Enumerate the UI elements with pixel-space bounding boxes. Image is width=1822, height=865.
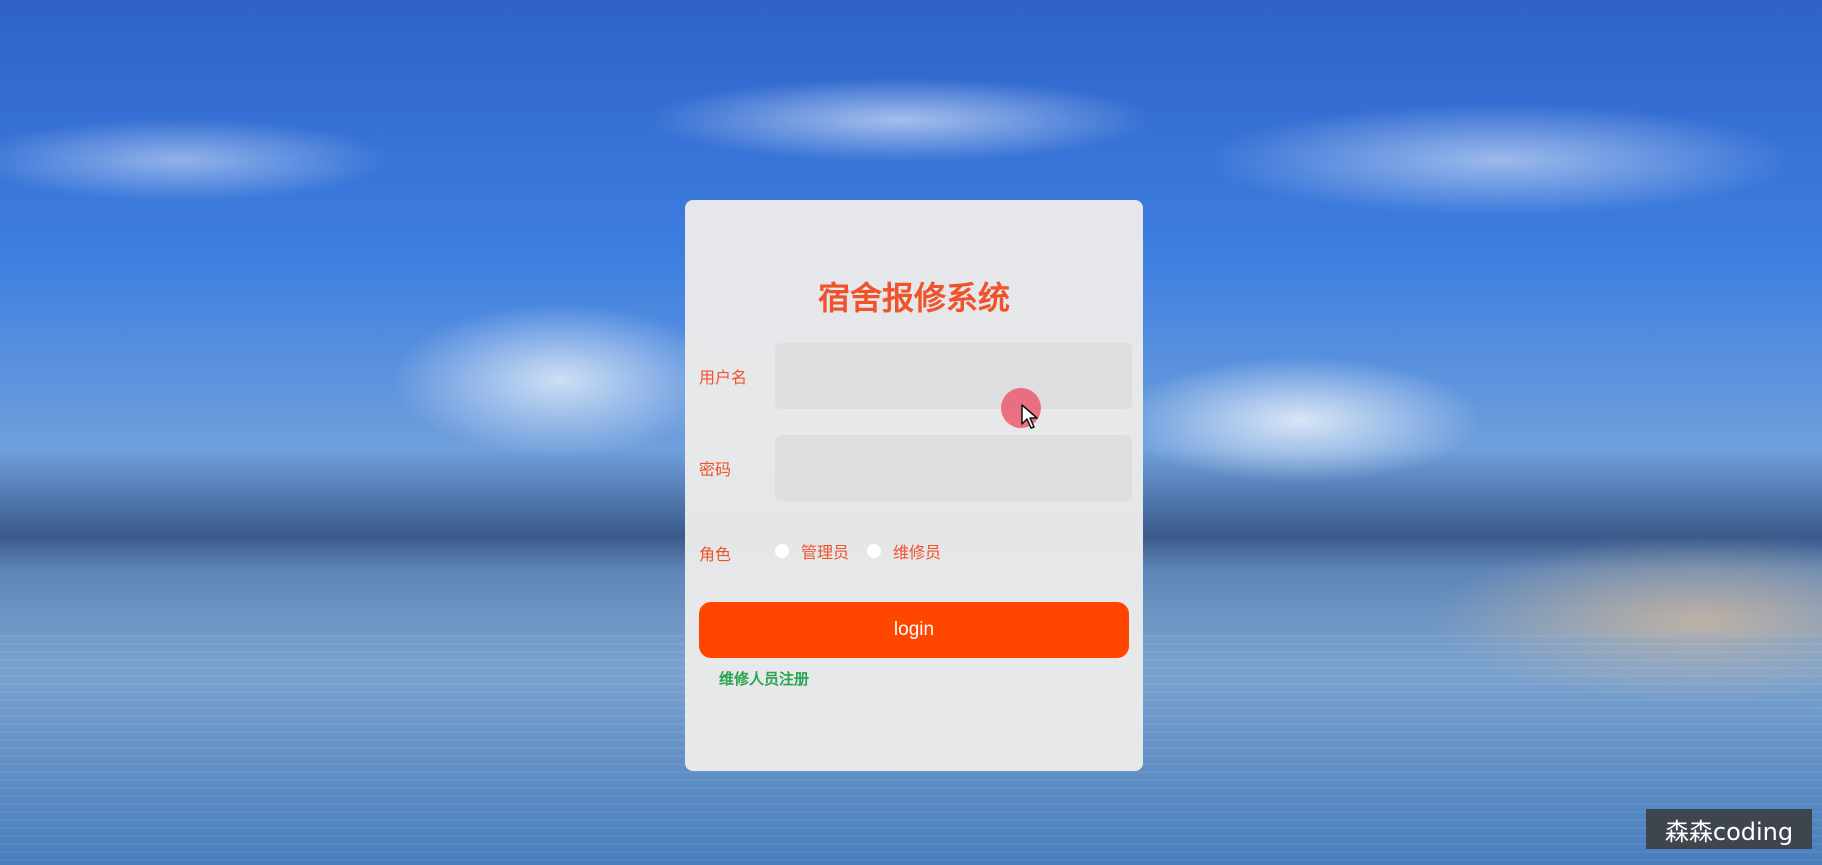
- login-button[interactable]: login: [699, 602, 1129, 658]
- radio-repairer-label[interactable]: 维修员: [893, 539, 941, 563]
- radio-admin[interactable]: [775, 544, 789, 558]
- username-label: 用户名: [699, 368, 748, 387]
- mouse-pointer-icon: [1021, 404, 1038, 429]
- register-link[interactable]: 维修人员注册: [719, 668, 809, 689]
- role-label: 角色: [699, 545, 732, 564]
- password-label: 密码: [699, 460, 732, 479]
- radio-repairer[interactable]: [867, 544, 882, 558]
- page-title: 宿舍报修系统: [817, 279, 1010, 317]
- username-input[interactable]: [775, 343, 1132, 409]
- role-radio-group: 管理员 维修员: [775, 540, 959, 562]
- radio-admin-label[interactable]: 管理员: [801, 539, 849, 563]
- password-input[interactable]: [775, 435, 1132, 501]
- login-panel: 宿舍报修系统 用户名 密码 角色 管理员 维修员 login 维修人员注册: [685, 200, 1143, 771]
- watermark: 森森coding: [1646, 809, 1812, 849]
